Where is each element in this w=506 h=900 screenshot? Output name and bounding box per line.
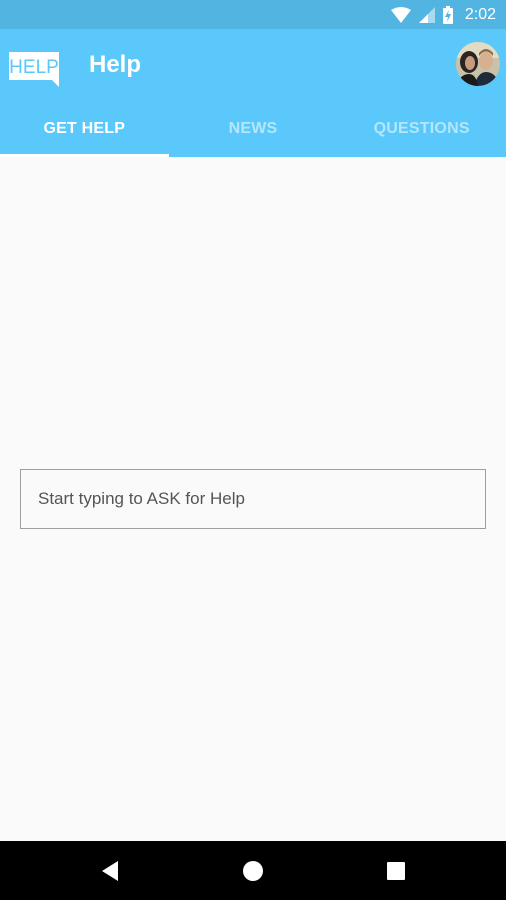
battery-charging-icon — [442, 5, 453, 24]
avatar[interactable] — [456, 42, 500, 86]
status-bar: 2:02 — [0, 0, 506, 29]
signal-icon — [418, 6, 435, 23]
tab-news[interactable]: NEWS — [169, 101, 338, 157]
back-icon[interactable] — [98, 859, 122, 883]
wifi-icon — [390, 6, 411, 23]
ask-input[interactable] — [20, 469, 486, 529]
logo-text: HELP — [9, 57, 59, 78]
app-bar: HELP Help — [0, 29, 506, 101]
app-title: Help — [89, 51, 142, 78]
home-icon[interactable] — [241, 859, 265, 883]
recents-icon[interactable] — [384, 859, 408, 883]
tab-get-help[interactable]: GET HELP — [0, 101, 169, 157]
help-logo: HELP — [7, 50, 61, 88]
tab-questions[interactable]: QUESTIONS — [337, 101, 506, 157]
system-nav-bar — [0, 841, 506, 900]
status-time: 2:02 — [464, 5, 496, 23]
tab-bar: GET HELP NEWS QUESTIONS — [0, 101, 506, 157]
get-help-content — [0, 157, 506, 841]
